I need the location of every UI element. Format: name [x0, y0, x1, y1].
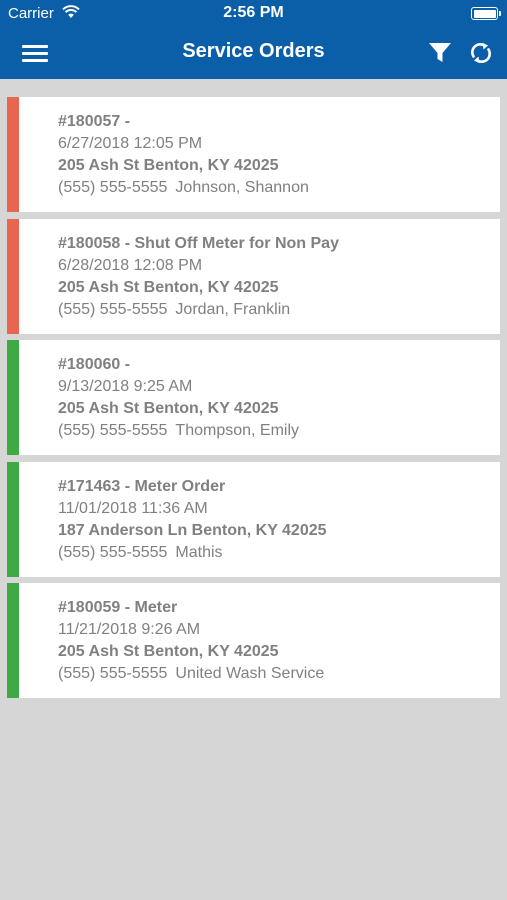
order-phone[interactable]: (555) 555-5555: [58, 422, 167, 439]
order-address: 205 Ash St Benton, KY 42025: [58, 278, 279, 296]
battery-icon: [471, 7, 501, 20]
status-bar-indicator: [7, 583, 19, 698]
order-title: #180058 - Shut Off Meter for Non Pay: [58, 234, 339, 252]
order-datetime: 11/01/2018 11:36 AM: [58, 499, 208, 517]
status-time: 2:56 PM: [223, 4, 284, 21]
service-order-card[interactable]: #180057 - 6/27/2018 12:05 PM 205 Ash St …: [7, 97, 500, 212]
nav-bar: Service Orders: [0, 28, 507, 79]
order-customer: Thompson, Emily: [175, 422, 300, 439]
order-phone[interactable]: (555) 555-5555: [58, 665, 167, 682]
order-phone[interactable]: (555) 555-5555: [58, 179, 167, 196]
order-customer: Johnson, Shannon: [175, 179, 309, 196]
order-datetime: 6/27/2018 12:05 PM: [58, 135, 203, 152]
order-address: 205 Ash St Benton, KY 42025: [58, 643, 279, 660]
service-order-list: #180057 - 6/27/2018 12:05 PM 205 Ash St …: [7, 97, 500, 705]
order-phone[interactable]: (555) 555-5555: [58, 544, 167, 561]
refresh-icon[interactable]: [467, 39, 495, 67]
order-customer: United Wash Service: [175, 665, 325, 682]
order-datetime: 6/28/2018 12:08 PM: [58, 256, 203, 274]
order-title: #180059 - Meter: [58, 599, 178, 616]
status-bar-indicator: [7, 218, 19, 334]
service-order-card[interactable]: #180058 - Shut Off Meter for Non Pay 6/2…: [7, 218, 500, 334]
status-bar-indicator: [7, 97, 19, 212]
service-order-card[interactable]: #180060 - 9/13/2018 9:25 AM 205 Ash St B…: [7, 340, 500, 455]
service-order-card[interactable]: #180059 - Meter 11/21/2018 9:26 AM 205 A…: [7, 583, 500, 698]
order-title: #171463 - Meter Order: [58, 477, 226, 495]
service-order-card[interactable]: #171463 - Meter Order 11/01/2018 11:36 A…: [7, 461, 500, 577]
order-title: #180060 -: [58, 356, 131, 373]
order-address: 205 Ash St Benton, KY 42025: [58, 400, 279, 417]
filter-icon[interactable]: [426, 40, 454, 66]
order-address: 187 Anderson Ln Benton, KY 42025: [58, 521, 327, 539]
status-bar-indicator: [7, 340, 19, 455]
order-phone[interactable]: (555) 555-5555: [58, 301, 167, 318]
order-customer: Jordan, Franklin: [175, 300, 291, 318]
order-address: 205 Ash St Benton, KY 42025: [58, 157, 279, 174]
order-datetime: 11/21/2018 9:26 AM: [58, 621, 201, 638]
order-customer: Mathis: [175, 543, 223, 561]
order-title: #180057 -: [58, 113, 131, 130]
status-bar: Carrier 2:56 PM: [0, 0, 507, 28]
status-bar-indicator: [7, 461, 19, 577]
order-datetime: 9/13/2018 9:25 AM: [58, 378, 193, 395]
